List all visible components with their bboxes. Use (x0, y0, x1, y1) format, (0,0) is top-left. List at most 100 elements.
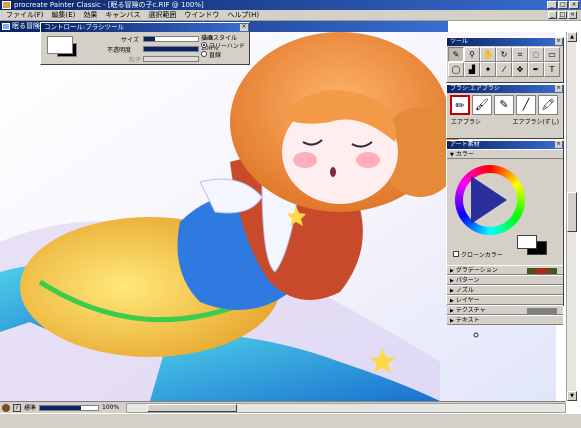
art-materials-titlebar[interactable]: アート素材 × (447, 141, 563, 149)
collapse-arrow-icon: ▶ (450, 268, 454, 274)
freehand-radio[interactable] (201, 42, 207, 48)
zoom-slider-fill (40, 405, 81, 410)
control-palette-titlebar[interactable]: コントロール:ブラシツール × (41, 23, 249, 32)
menu-window[interactable]: ウインドウ (180, 10, 223, 21)
rotate-tool-icon[interactable]: ↻ (496, 47, 512, 62)
collapse-arrow-icon: ▶ (450, 278, 454, 284)
wand-tool-icon[interactable]: ✦ (480, 62, 496, 77)
horizontal-scroll-thumb[interactable] (147, 403, 238, 412)
primary-color-swatch[interactable] (47, 36, 73, 54)
brush-variant-3-icon[interactable]: ✎ (494, 95, 514, 115)
text-section[interactable]: ▶ テキスト (447, 315, 563, 325)
control-palette: コントロール:ブラシツール × サイズ 2.0 不透明度 100% 粒子 描画ス… (40, 22, 250, 65)
minimize-button[interactable]: _ (547, 1, 557, 9)
brushes-palette-title: ブラシ:エアブラシ (450, 85, 500, 92)
hue-ring[interactable] (455, 165, 525, 235)
straight-radio[interactable] (201, 51, 207, 57)
window-controls: _ □ × (547, 1, 579, 9)
primary-color-chip[interactable] (517, 235, 537, 249)
zoom-value: 100% (102, 404, 120, 411)
close-button[interactable]: × (569, 1, 579, 9)
tools-palette-title: ツール (450, 38, 469, 45)
layers-section[interactable]: ▶ レイヤー (447, 295, 563, 305)
magnifier-tool-icon[interactable]: ⚲ (464, 47, 480, 62)
vertical-scrollbar[interactable]: ▲ ▼ (566, 32, 577, 401)
color-section-label: カラー (455, 151, 474, 158)
layer-adjuster-tool-icon[interactable]: ✥ (512, 62, 528, 77)
collapse-arrow-icon: ▶ (450, 318, 454, 324)
tools-palette: ツール × ✎ ⚲ ✋ ↻ ⌗ ◌ ▭ ◯ ▟ ✦ ⁄ ✥ ✒ T (446, 37, 564, 83)
control-palette-close-button[interactable]: × (240, 24, 248, 31)
menu-canvas[interactable]: キャンバス (101, 10, 144, 21)
text-tool-icon[interactable]: T (544, 62, 560, 77)
menu-select[interactable]: 選択範囲 (144, 10, 180, 21)
layers-label: レイヤー (455, 297, 480, 304)
info-icon[interactable]: i (13, 403, 21, 412)
app-title: procreate Painter Classic - [眠る冒険の子c.RIF… (14, 1, 204, 9)
brush-variant-4-icon[interactable]: ╱ (516, 95, 536, 115)
scroll-down-arrow-icon[interactable]: ▼ (567, 391, 577, 401)
maximize-button[interactable]: □ (558, 1, 568, 9)
nozzles-section[interactable]: ▶ ノズル (447, 285, 563, 295)
oval-select-tool-icon[interactable]: ◯ (448, 62, 464, 77)
brushes-palette-close-button[interactable]: × (555, 85, 562, 92)
doc-minimize-button[interactable]: _ (548, 11, 557, 19)
lasso-tool-icon[interactable]: ◌ (528, 47, 544, 62)
menu-edit[interactable]: 編集(E) (48, 10, 80, 21)
zoom-slider[interactable] (39, 404, 100, 411)
opacity-label: 不透明度 (107, 47, 132, 54)
rect-select-tool-icon[interactable]: ▭ (544, 47, 560, 62)
gradients-label: グラデーション (455, 267, 498, 274)
app-icon[interactable] (2, 1, 11, 9)
vertical-scroll-thumb[interactable] (567, 192, 577, 232)
color-picker: クローンカラー (447, 159, 563, 265)
tools-palette-titlebar[interactable]: ツール × (447, 38, 563, 46)
gradients-section[interactable]: ▶ グラデーション (447, 265, 563, 275)
collapse-arrow-icon: ▶ (450, 288, 454, 294)
crop-tool-icon[interactable]: ⌗ (512, 47, 528, 62)
paper-grain-icon[interactable] (2, 403, 10, 412)
textures-section[interactable]: ▶ テクスチャ (447, 305, 563, 315)
color-section-header[interactable]: ▼ カラー (447, 149, 563, 159)
art-materials-close-button[interactable]: × (555, 141, 562, 148)
menu-help[interactable]: ヘルプ(H) (223, 10, 263, 21)
brush-category-select[interactable]: エアブラシ (451, 117, 481, 126)
taskbar (0, 413, 581, 428)
patterns-section[interactable]: ▶ パターン (447, 275, 563, 285)
clone-color-checkbox[interactable] (453, 251, 459, 257)
menu-file[interactable]: ファイル(F) (2, 10, 48, 21)
art-materials-title: アート素材 (450, 141, 480, 148)
grabber-tool-icon[interactable]: ✋ (480, 47, 496, 62)
saturation-value-triangle[interactable] (471, 176, 507, 224)
patterns-label: パターン (455, 277, 480, 284)
opacity-slider[interactable] (143, 46, 199, 52)
grain-label: 粒子 (129, 57, 142, 64)
app-titlebar: procreate Painter Classic - [眠る冒険の子c.RIF… (0, 0, 581, 10)
expand-arrow-icon: ▼ (450, 152, 454, 158)
cheek-right (356, 152, 380, 168)
brushes-palette-titlebar[interactable]: ブラシ:エアブラシ × (447, 85, 563, 93)
brush-variant-select[interactable]: エアブラシ(ずし) (512, 117, 559, 126)
scroll-up-arrow-icon[interactable]: ▲ (567, 32, 577, 42)
brush-variant-1-icon[interactable]: ✏ (450, 95, 470, 115)
pen-tool-icon[interactable]: ✒ (528, 62, 544, 77)
paint-bucket-tool-icon[interactable]: ▟ (464, 62, 480, 77)
brush-variant-2-icon[interactable]: 🖌 (472, 95, 492, 115)
dropper-tool-icon[interactable]: ⁄ (496, 62, 512, 77)
doc-restore-button[interactable]: □ (558, 11, 567, 19)
tool-grid: ✎ ⚲ ✋ ↻ ⌗ ◌ ▭ ◯ ▟ ✦ ⁄ ✥ ✒ T (447, 46, 563, 78)
menu-effects[interactable]: 効果 (79, 10, 101, 21)
size-slider-fill (144, 37, 155, 41)
doc-close-button[interactable]: × (568, 11, 577, 19)
size-slider[interactable] (143, 36, 199, 42)
brush-variant-5-icon[interactable]: 🖍 (538, 95, 558, 115)
textures-label: テクスチャ (455, 307, 486, 314)
doc-window-controls: _ □ × (548, 11, 577, 19)
horizontal-scrollbar[interactable] (126, 402, 566, 413)
tools-palette-close-button[interactable]: × (555, 38, 562, 45)
cheek-left (293, 152, 317, 168)
mouth (330, 167, 336, 177)
size-label: サイズ (121, 37, 139, 44)
brushes-palette: ブラシ:エアブラシ × ✏ 🖌 ✎ ╱ 🖍 エアブラシ エアブラシ(ずし) (446, 84, 564, 139)
brush-tool-icon[interactable]: ✎ (448, 47, 464, 62)
